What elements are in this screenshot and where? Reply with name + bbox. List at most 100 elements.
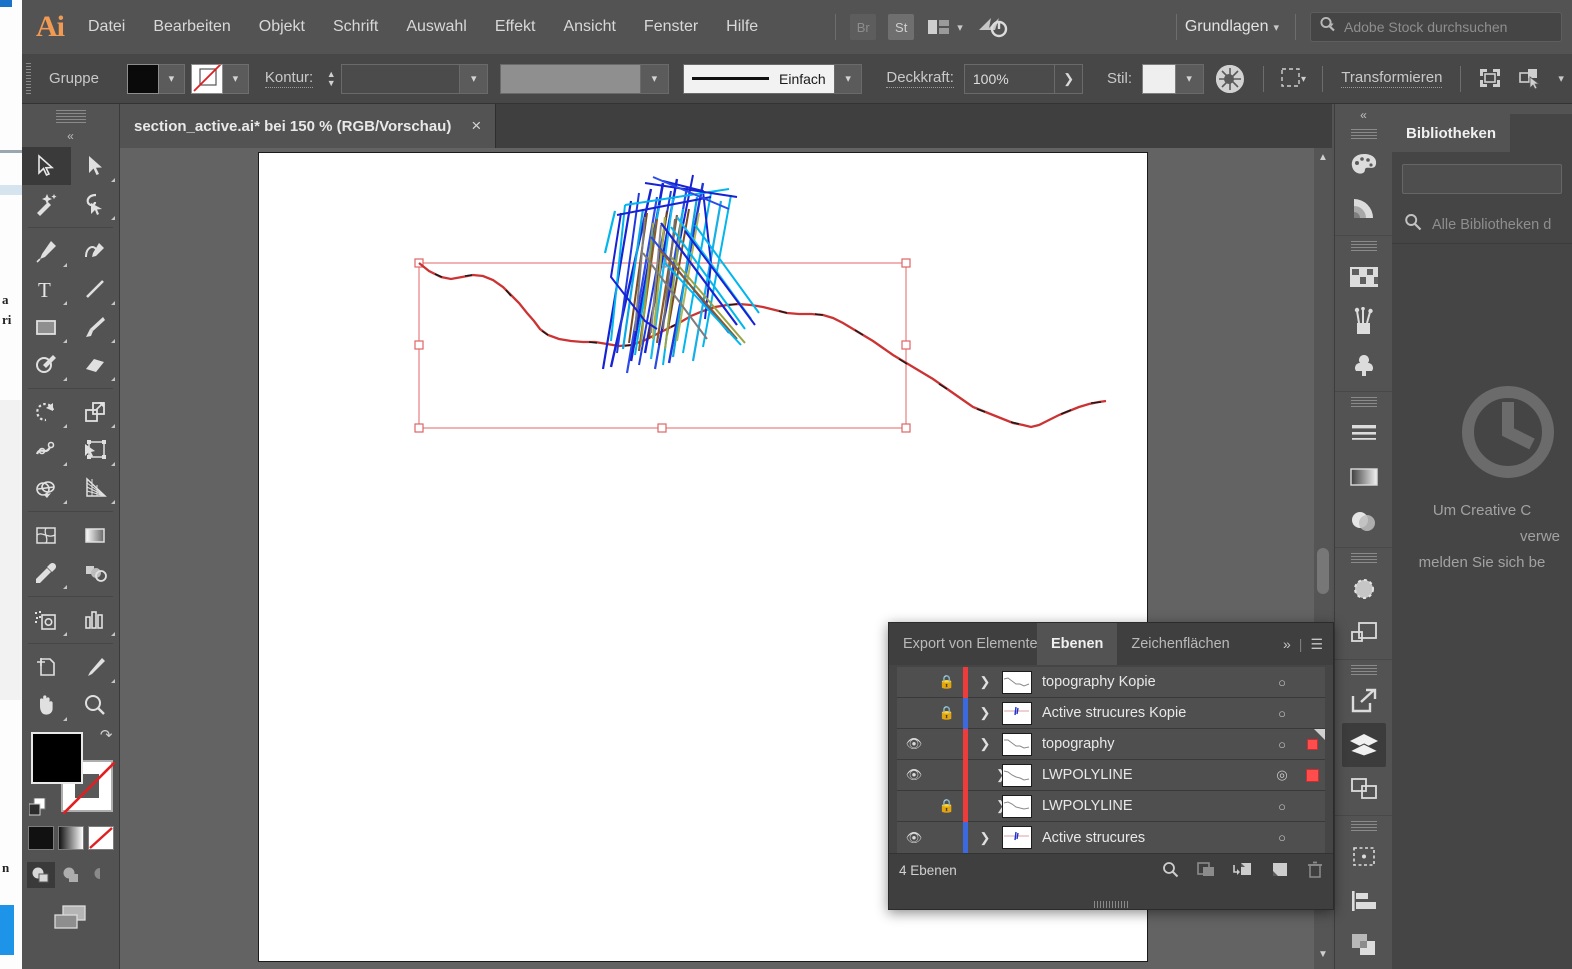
- workspace-switcher-label[interactable]: Grundlagen: [1185, 18, 1269, 36]
- transform-panel-icon[interactable]: [1342, 835, 1386, 879]
- dock-group-grip[interactable]: [1350, 553, 1377, 565]
- draw-normal[interactable]: [26, 862, 55, 888]
- draw-inside[interactable]: [87, 862, 115, 888]
- direct-selection-tool[interactable]: [71, 147, 120, 185]
- collapse-chevron-down-icon[interactable]: ❯: [968, 736, 1002, 752]
- swatches-panel-icon[interactable]: [1342, 255, 1386, 299]
- stroke-weight-field[interactable]: [341, 63, 461, 94]
- gradient-mode[interactable]: [57, 826, 84, 850]
- make-clipping-mask-icon[interactable]: [1197, 861, 1215, 881]
- layer-row-active-strucures-kopie[interactable]: 🔒 ❯ Active strucures Kopie ○: [897, 697, 1325, 729]
- expand-chevron-right-icon[interactable]: ❯: [968, 767, 1007, 783]
- scale-tool[interactable]: [71, 393, 120, 431]
- target-circle-icon[interactable]: ○: [1265, 675, 1299, 690]
- layer-row-active-strucures[interactable]: 👁 ❯ Active strucures ○: [897, 822, 1325, 853]
- isolate-selected-icon[interactable]: [1475, 65, 1505, 93]
- layer-row-lwpolyline-2[interactable]: 🔒 ❯ LWPOLYLINE ○: [897, 790, 1325, 822]
- pathfinder-panel-icon[interactable]: [1342, 923, 1386, 967]
- control-bar-grip[interactable]: [26, 62, 31, 95]
- menu-auswahl[interactable]: Auswahl: [392, 12, 480, 42]
- arrange-chevron-down-icon[interactable]: ▾: [957, 21, 963, 34]
- fill-dropdown-chevron-down-icon[interactable]: ▾: [158, 63, 185, 94]
- menu-ansicht[interactable]: Ansicht: [549, 12, 629, 42]
- library-search-row[interactable]: Alle Bibliotheken d: [1392, 206, 1572, 244]
- layer-row-topography-kopie[interactable]: 🔒 ❯ topography Kopie ○: [897, 666, 1325, 698]
- symbols-panel-icon[interactable]: [1342, 343, 1386, 387]
- layer-row-topography[interactable]: 👁 ❯ topography ○: [897, 728, 1325, 760]
- change-screen-mode-icon[interactable]: [49, 902, 93, 937]
- appearance-panel-icon[interactable]: [1342, 567, 1386, 611]
- layer-row-lwpolyline-1[interactable]: 👁 ❯ LWPOLYLINE ◎: [897, 759, 1325, 791]
- tab-bibliotheken[interactable]: Bibliotheken: [1392, 115, 1511, 152]
- expand-chevron-right-icon[interactable]: ❯: [968, 674, 1002, 690]
- dock-group-grip[interactable]: [1350, 241, 1377, 253]
- pen-tool[interactable]: [22, 232, 71, 270]
- recolor-artwork-icon[interactable]: [1215, 64, 1244, 93]
- menu-effekt[interactable]: Effekt: [481, 12, 550, 42]
- visibility-toggle-icon[interactable]: 👁: [897, 767, 931, 783]
- expand-chevron-right-icon[interactable]: ❯: [968, 798, 1007, 814]
- scroll-up-icon[interactable]: ▲: [1314, 152, 1332, 170]
- artboard-tool[interactable]: [22, 648, 71, 686]
- stock-search-input[interactable]: Adobe Stock durchsuchen: [1310, 12, 1562, 42]
- target-circle-icon[interactable]: ○: [1265, 737, 1299, 752]
- style-chevron-down-icon[interactable]: ▾: [1175, 63, 1204, 94]
- target-circle-icon[interactable]: ○: [1265, 799, 1299, 814]
- select-similar-objects-icon[interactable]: [1517, 65, 1547, 93]
- visibility-toggle-icon[interactable]: 👁: [897, 736, 931, 752]
- layer-name[interactable]: topography: [1042, 736, 1265, 752]
- brushes-panel-icon[interactable]: [1342, 299, 1386, 343]
- rotate-tool[interactable]: [22, 393, 71, 431]
- opacity-field[interactable]: 100%: [963, 63, 1056, 94]
- eyedropper-tool[interactable]: [22, 554, 71, 592]
- transform-label[interactable]: Transformieren: [1341, 69, 1443, 88]
- create-new-layer-icon[interactable]: [1271, 861, 1289, 881]
- lock-icon[interactable]: 🔒: [931, 674, 963, 690]
- rectangle-tool[interactable]: [22, 308, 71, 346]
- layer-name[interactable]: LWPOLYLINE: [1042, 767, 1265, 783]
- stroke-weight-stepper[interactable]: ▲ ▼: [323, 64, 339, 94]
- align-panel-icon[interactable]: [1342, 879, 1386, 923]
- create-new-sublayer-icon[interactable]: [1233, 861, 1253, 881]
- menu-schrift[interactable]: Schrift: [319, 12, 392, 42]
- stroke-profile-field[interactable]: [500, 63, 642, 94]
- layers-panel[interactable]: Export von Elementen Ebenen Zeichenfläch…: [888, 622, 1334, 910]
- tab-ebenen[interactable]: Ebenen: [1037, 623, 1118, 665]
- gradient-tool[interactable]: [71, 516, 120, 554]
- tab-export-von-elementen[interactable]: Export von Elementen: [889, 623, 1037, 665]
- curvature-tool[interactable]: [71, 232, 120, 270]
- layer-name[interactable]: Active strucures Kopie: [1042, 705, 1265, 721]
- menu-objekt[interactable]: Objekt: [245, 12, 319, 42]
- layer-name[interactable]: Active strucures: [1042, 830, 1265, 846]
- document-tab[interactable]: section_active.ai* bei 150 % (RGB/Vorsch…: [120, 104, 497, 148]
- fill-color-swatch[interactable]: [30, 732, 83, 784]
- panel-overflow-icon[interactable]: »: [1283, 636, 1291, 652]
- menu-bearbeiten[interactable]: Bearbeiten: [139, 12, 244, 42]
- paintbrush-tool[interactable]: [71, 308, 120, 346]
- libraries-panel[interactable]: Bibliotheken Alle Bibliotheken d Um Crea…: [1392, 104, 1572, 969]
- color-mode[interactable]: [27, 826, 54, 850]
- fill-swatch[interactable]: [126, 63, 159, 94]
- selection-tool[interactable]: [22, 147, 71, 185]
- bridge-button[interactable]: Br: [850, 14, 877, 40]
- creative-cloud-sync-icon[interactable]: [975, 14, 1009, 40]
- opacity-options-arrow-icon[interactable]: ❯: [1055, 63, 1084, 94]
- blend-tool[interactable]: [71, 554, 120, 592]
- expand-chevron-right-icon[interactable]: ❯: [968, 705, 1002, 721]
- tools-panel-collapse-icon[interactable]: «: [22, 126, 119, 147]
- hand-tool[interactable]: [22, 686, 71, 724]
- stroke-profile-chevron-down-icon[interactable]: ▾: [641, 63, 669, 94]
- target-circle-icon[interactable]: ○: [1265, 830, 1299, 845]
- arrange-documents-icon[interactable]: [926, 17, 952, 37]
- eraser-tool[interactable]: [71, 346, 120, 384]
- default-fill-stroke-icon[interactable]: [28, 797, 47, 816]
- slice-tool[interactable]: [71, 648, 120, 686]
- shape-builder-tool[interactable]: [22, 469, 71, 507]
- scroll-down-icon[interactable]: ▼: [1314, 949, 1332, 967]
- mesh-tool[interactable]: [22, 516, 71, 554]
- stroke-weight-chevron-down-icon[interactable]: ▾: [460, 63, 489, 94]
- brush-definition-chevron-down-icon[interactable]: ▾: [834, 63, 863, 94]
- color-guide-panel-icon[interactable]: [1342, 187, 1386, 231]
- delete-selection-icon[interactable]: [1307, 861, 1323, 881]
- opacity-label[interactable]: Deckkraft:: [886, 69, 954, 88]
